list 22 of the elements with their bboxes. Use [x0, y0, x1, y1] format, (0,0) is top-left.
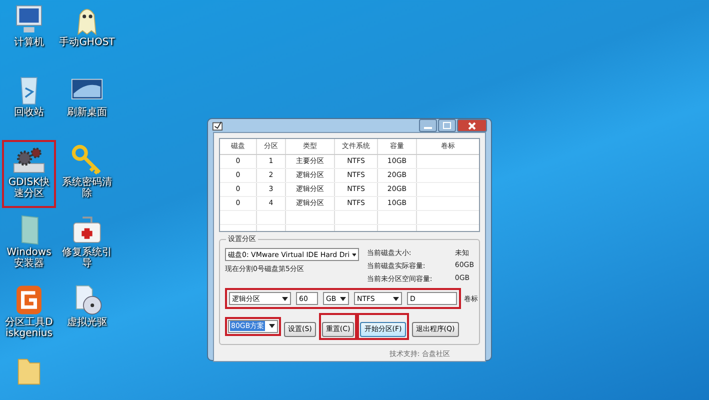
dropdown-arrow-icon [352, 252, 356, 256]
dropdown-arrow-icon [282, 296, 288, 300]
shortcut-label: 计算机 [14, 37, 44, 48]
shortcut-label: 回收站 [14, 107, 44, 118]
shortcut-label: 刷新桌面 [67, 107, 107, 118]
shortcut-label: 系统密码清除 [61, 177, 113, 199]
dropdown-arrow-icon [340, 296, 346, 300]
shortcut-label: 手动GHOST [59, 37, 115, 48]
close-icon [468, 122, 476, 130]
maximize-icon [443, 122, 451, 129]
shortcut-label: 修复系统引导 [61, 247, 113, 269]
minimize-button[interactable] [419, 119, 437, 132]
shortcut-label: Windows安装器 [6, 247, 52, 269]
dropdown-arrow-icon [269, 324, 275, 328]
close-button[interactable] [457, 119, 487, 132]
desktop-shortcut[interactable]: Windows安装器 [2, 210, 56, 278]
dropdown-arrow-icon [393, 296, 399, 300]
maximize-button[interactable] [438, 119, 456, 132]
app-icon [212, 120, 223, 131]
shortcut-label: 虚拟光驱 [67, 317, 107, 328]
shortcut-label: GDISK快速分区 [7, 177, 51, 199]
shortcut-label: 分区工具Diskgenius [4, 317, 54, 339]
